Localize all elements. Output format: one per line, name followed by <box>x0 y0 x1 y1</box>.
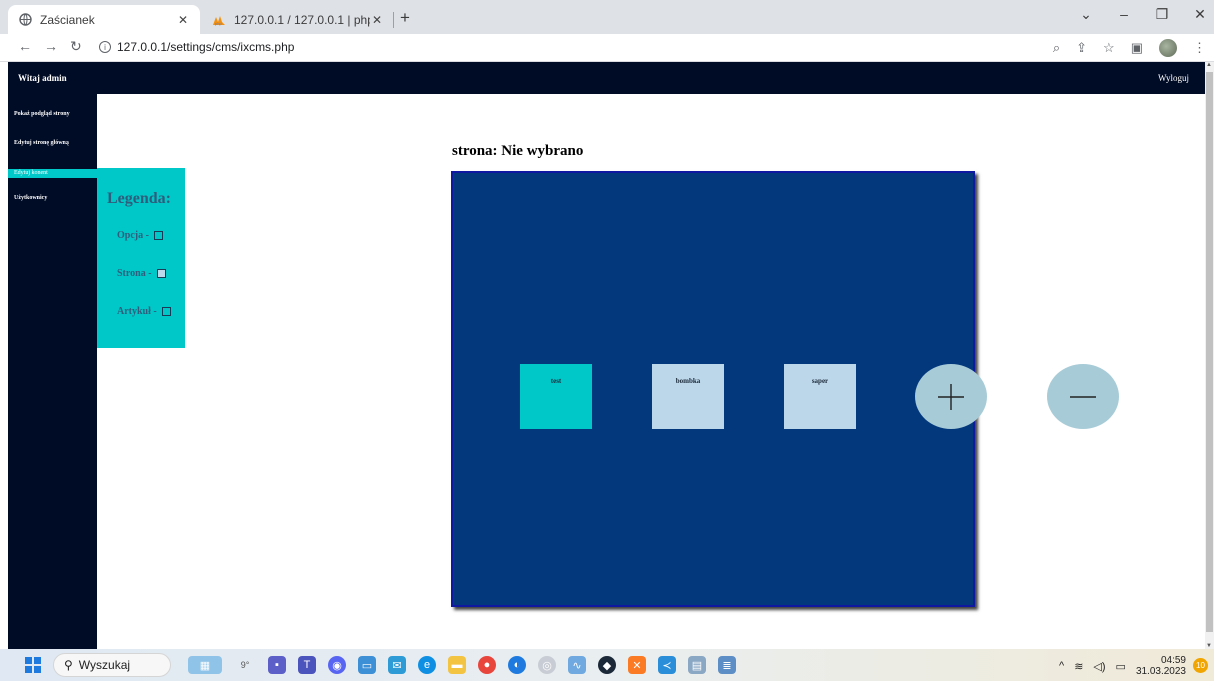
tab-zascianek[interactable]: Zaścianek ✕ <box>8 5 200 34</box>
sidebar-item-users[interactable]: Użytkownicy <box>14 195 84 202</box>
search-icon: ⚲ <box>64 658 73 672</box>
info-icon[interactable]: i <box>99 41 111 53</box>
close-window-icon[interactable]: ✕ <box>1192 6 1208 23</box>
svg-text:php: php <box>215 21 222 26</box>
logout-link[interactable]: Wyloguj <box>1158 73 1189 83</box>
toolbar-actions: ⌕ ⇪ ☆ ▣ ⋮ <box>1053 39 1206 57</box>
scroll-up-icon[interactable]: ▲ <box>1206 62 1212 68</box>
legend-label: Artykuł - <box>117 306 157 317</box>
browser-tab-bar: Zaścianek ✕ php 127.0.0.1 / 127.0.0.1 | … <box>0 0 1214 34</box>
steam-icon[interactable]: ◆ <box>598 656 616 674</box>
sidebar-item-edit-content[interactable]: Edytuj konent <box>8 169 97 178</box>
new-tab-icon[interactable]: + <box>400 8 410 28</box>
forward-icon[interactable]: → <box>44 38 58 54</box>
widgets-icon[interactable]: ▦ <box>188 656 222 674</box>
wifi-icon[interactable]: ≋ <box>1074 660 1083 673</box>
tab-search-icon[interactable]: ⌄ <box>1078 6 1094 23</box>
volume-icon[interactable]: ◁) <box>1093 660 1105 673</box>
clock-time: 04:59 <box>1160 655 1186 666</box>
window-controls: ⌄ – ❐ ✕ <box>1078 6 1208 23</box>
page-box-saper[interactable]: saper <box>784 364 856 429</box>
tab-close-icon[interactable]: ✕ <box>176 13 190 27</box>
bookmark-star-icon[interactable]: ☆ <box>1103 40 1115 56</box>
page-title: strona: Nie wybrano <box>452 143 584 159</box>
legend-item-article: Artykuł - <box>117 306 171 317</box>
tray-chevron-icon[interactable]: ^ <box>1059 660 1064 672</box>
xampp-icon[interactable]: ✕ <box>628 656 646 674</box>
address-bar[interactable]: i 127.0.0.1/settings/cms/ixcms.php <box>99 40 294 54</box>
sidebar-item-preview[interactable]: Pokaż podgląd strony <box>14 111 84 118</box>
content-panel: test bombka saper <box>451 171 1119 607</box>
add-button[interactable] <box>915 364 987 429</box>
legend-item-option: Opcja - <box>117 230 163 241</box>
legend-swatch <box>161 307 171 316</box>
scroll-thumb[interactable] <box>1206 72 1213 632</box>
page-scrollbar[interactable]: ▲ ▼ <box>1205 62 1214 649</box>
performance-icon[interactable]: ∿ <box>568 656 586 674</box>
tab-close-icon[interactable]: ✕ <box>370 13 384 27</box>
chat-icon[interactable]: ▪ <box>268 656 286 674</box>
remove-button[interactable] <box>1047 364 1119 429</box>
legend-item-page: Strona - <box>117 268 166 279</box>
tab-separator <box>393 12 394 28</box>
store-icon[interactable]: ▭ <box>358 656 376 674</box>
option-box-test[interactable]: test <box>520 364 592 429</box>
menu-dots-icon[interactable]: ⋮ <box>1193 40 1206 56</box>
legend-panel: Legenda: Opcja - Strona - Artykuł - <box>97 168 185 348</box>
edge-icon[interactable]: e <box>418 656 436 674</box>
clock[interactable]: 04:59 31.03.2023 <box>1136 655 1186 677</box>
zoom-icon[interactable]: ⌕ <box>1053 40 1060 56</box>
weather-icon[interactable]: 9° <box>236 656 254 674</box>
document-icon[interactable]: ≣ <box>718 656 736 674</box>
restore-icon[interactable]: ❐ <box>1154 6 1170 23</box>
battery-icon[interactable]: ▭ <box>1116 660 1126 673</box>
share-icon[interactable]: ⇪ <box>1076 40 1087 56</box>
plus-icon <box>938 383 964 410</box>
chrome-icon[interactable]: ● <box>478 656 496 674</box>
weather-temp: 9° <box>240 660 250 670</box>
teams-icon[interactable]: T <box>298 656 316 674</box>
system-tray: ^ ≋ ◁) ▭ 04:59 31.03.2023 <box>1059 655 1186 677</box>
globe-icon <box>18 13 32 27</box>
greeting-text: Witaj admin <box>18 73 67 83</box>
minus-icon <box>1070 395 1096 398</box>
app-icon[interactable]: ◎ <box>538 656 556 674</box>
url-text: 127.0.0.1/settings/cms/ixcms.php <box>117 40 295 54</box>
legend-title: Legenda: <box>107 190 171 207</box>
sidebar: Pokaż podgląd strony Edytuj stronę główn… <box>8 94 97 649</box>
sidebar-item-edit-home[interactable]: Edytuj stronę główną <box>14 140 84 147</box>
page-box-bombka[interactable]: bombka <box>652 364 724 429</box>
windows-taskbar: ⚲ Wyszukaj ▦ 9° ▪ T ◉ ▭ ✉ e ▬ ● ◐ ◎ ∿ ◆ … <box>0 649 1214 681</box>
tab-title: 127.0.0.1 / 127.0.0.1 | phpMyAdmin <box>234 12 370 27</box>
tab-title: Zaścianek <box>40 12 95 27</box>
windows-start-icon[interactable] <box>25 657 41 673</box>
profile-avatar[interactable] <box>1159 39 1177 57</box>
taskbar-search[interactable]: ⚲ Wyszukaj <box>53 653 171 677</box>
notification-badge[interactable]: 10 <box>1193 658 1208 673</box>
clock-date: 31.03.2023 <box>1135 666 1186 677</box>
legend-label: Strona - <box>117 268 152 279</box>
browser-toolbar: ← → ↻ i 127.0.0.1/settings/cms/ixcms.php… <box>0 34 1214 62</box>
notepad-icon[interactable]: ▤ <box>688 656 706 674</box>
search-label: Wyszukaj <box>78 658 131 672</box>
edge-beta-icon[interactable]: ◐ <box>508 656 526 674</box>
vscode-icon[interactable]: ≺ <box>658 656 676 674</box>
back-icon[interactable]: ← <box>18 38 32 54</box>
page-header: Witaj admin Wyloguj <box>8 62 1205 94</box>
reload-icon[interactable]: ↻ <box>70 38 82 55</box>
legend-swatch <box>153 231 163 240</box>
side-panel-icon[interactable]: ▣ <box>1131 40 1143 56</box>
phpmyadmin-icon: php <box>212 13 226 27</box>
mail-icon[interactable]: ✉ <box>388 656 406 674</box>
tab-phpmyadmin[interactable]: php 127.0.0.1 / 127.0.0.1 | phpMyAdmin ✕ <box>202 5 394 34</box>
file-explorer-icon[interactable]: ▬ <box>448 656 466 674</box>
legend-swatch <box>156 269 166 278</box>
discord-icon[interactable]: ◉ <box>328 656 346 674</box>
minimize-icon[interactable]: – <box>1116 6 1132 23</box>
legend-label: Opcja - <box>117 230 149 241</box>
